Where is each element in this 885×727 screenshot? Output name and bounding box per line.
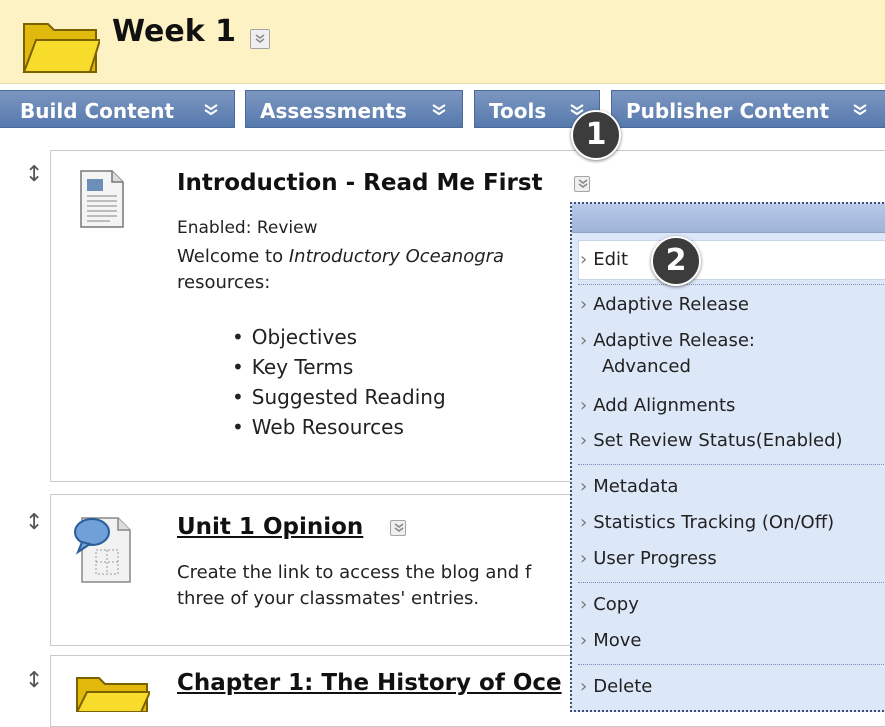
menu-item-adaptive-release-advanced[interactable]: ›Adaptive Release: [580, 330, 755, 351]
double-chevron-down-icon [852, 103, 868, 117]
item-description-line: Create the link to access the blog and f [177, 562, 531, 583]
list-item: Web Resources [232, 412, 446, 442]
folder-icon [75, 672, 150, 712]
menu-separator [578, 284, 885, 285]
item-title-introduction[interactable]: Introduction - Read Me First [177, 170, 543, 196]
item-options-button[interactable] [574, 176, 590, 192]
menu-item-label: Edit [593, 249, 628, 270]
list-item: Objectives [232, 322, 446, 352]
menu-item-label: Delete [593, 676, 652, 697]
callout-badge-2: 2 [651, 236, 701, 286]
menu-item-edit[interactable]: ›Edit [580, 249, 628, 270]
folder-icon [22, 14, 100, 76]
menu-item-set-review-status[interactable]: ›Set Review Status(Enabled) [580, 430, 843, 451]
double-chevron-down-icon [393, 522, 405, 534]
double-chevron-down-icon [203, 103, 219, 117]
menu-item-copy[interactable]: ›Copy [580, 594, 639, 615]
build-content-button[interactable]: Build Content [0, 90, 235, 128]
content-area-header: Week 1 [0, 0, 885, 84]
menu-item-metadata[interactable]: ›Metadata [580, 476, 678, 497]
item-description-line: three of your classmates' entries. [177, 588, 479, 609]
menu-item-label: Set Review Status(Enabled) [593, 430, 842, 451]
description-text: Welcome to [177, 246, 289, 267]
drag-handle-icon[interactable]: ↕ [25, 162, 43, 187]
assessments-button[interactable]: Assessments [245, 90, 463, 128]
menu-item-user-progress[interactable]: ›User Progress [580, 548, 717, 569]
menu-separator [578, 582, 885, 583]
item-title-unit-1-opinion[interactable]: Unit 1 Opinion [177, 514, 363, 540]
item-description-line: Welcome to Introductory Oceanogra [177, 246, 504, 267]
item-description-line: resources: [177, 272, 270, 293]
menu-item-label: Statistics Tracking (On/Off) [593, 512, 834, 533]
page-title: Week 1 [112, 14, 236, 49]
tools-label: Tools [489, 99, 546, 123]
document-icon [80, 170, 124, 228]
context-menu-header: x [572, 204, 885, 233]
double-chevron-down-icon [577, 178, 589, 190]
menu-item-label: Adaptive Release: [593, 330, 755, 351]
publisher-content-label: Publisher Content [626, 99, 829, 123]
item-options-button[interactable] [390, 520, 406, 536]
callout-badge-1: 1 [571, 110, 621, 160]
title-options-button[interactable] [250, 29, 270, 49]
menu-item-label: User Progress [593, 548, 717, 569]
context-menu: x ›Edit ›Adaptive Release ›Adaptive Rele… [570, 202, 885, 712]
assessments-label: Assessments [260, 99, 407, 123]
menu-item-adaptive-release[interactable]: ›Adaptive Release [580, 294, 749, 315]
menu-item-add-alignments[interactable]: ›Add Alignments [580, 395, 735, 416]
course-title-italic: Introductory Oceanogra [289, 246, 504, 267]
menu-separator [578, 664, 885, 665]
list-item: Key Terms [232, 352, 446, 382]
double-chevron-down-icon [254, 33, 266, 45]
menu-item-label: Metadata [593, 476, 678, 497]
menu-item-label: Add Alignments [593, 395, 735, 416]
action-bar: Build Content Assessments Tools Publishe… [0, 84, 885, 136]
drag-handle-icon[interactable]: ↕ [25, 668, 43, 693]
blog-icon [72, 510, 138, 584]
menu-item-delete[interactable]: ›Delete [580, 676, 652, 697]
menu-item-label: Adaptive Release [593, 294, 749, 315]
menu-item-label: Copy [593, 594, 639, 615]
list-item: Suggested Reading [232, 382, 446, 412]
menu-item-statistics-tracking[interactable]: ›Statistics Tracking (On/Off) [580, 512, 834, 533]
menu-item-move[interactable]: ›Move [580, 630, 641, 651]
double-chevron-down-icon [431, 103, 447, 117]
publisher-content-button[interactable]: Publisher Content [611, 90, 885, 128]
menu-item-label-continued: Advanced [602, 356, 691, 377]
bullet-list: Objectives Key Terms Suggested Reading W… [232, 322, 446, 442]
drag-handle-icon[interactable]: ↕ [25, 510, 43, 535]
menu-separator [578, 464, 885, 465]
menu-item-label: Move [593, 630, 641, 651]
build-content-label: Build Content [20, 99, 174, 123]
item-title-chapter-1[interactable]: Chapter 1: The History of Oce [177, 670, 562, 696]
review-status: Enabled: Review [177, 218, 317, 238]
